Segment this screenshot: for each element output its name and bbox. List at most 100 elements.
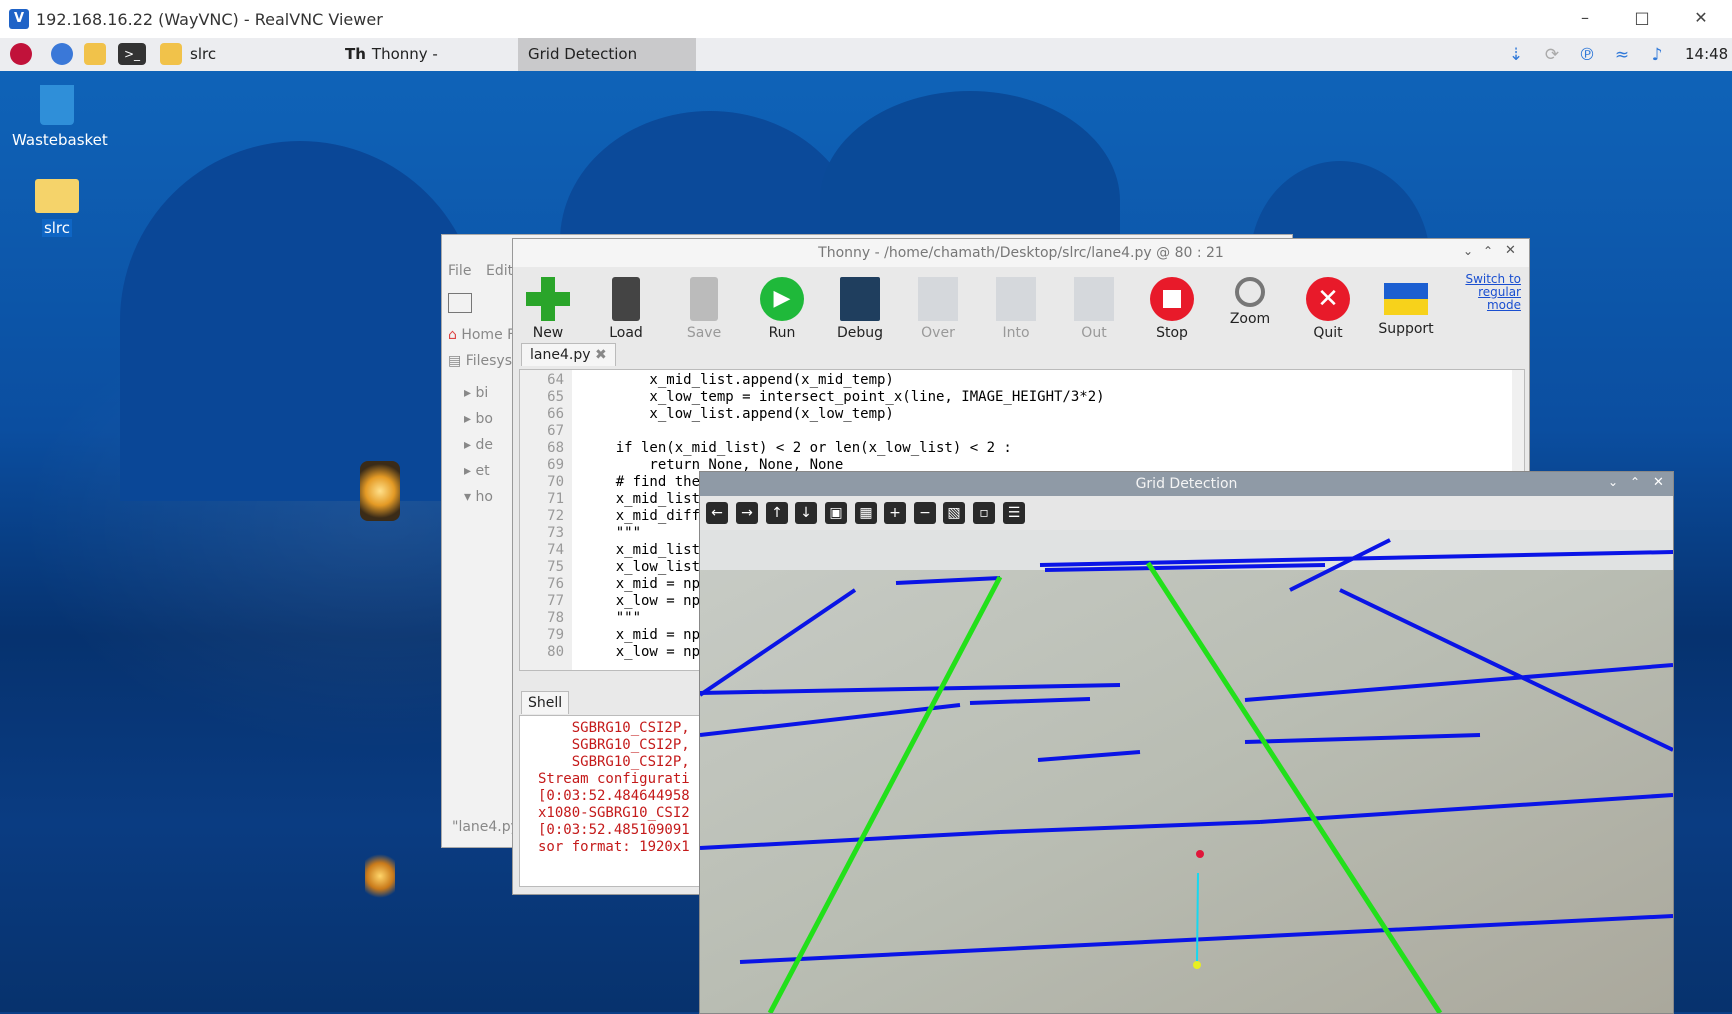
arrow-down-icon[interactable]: ↓ [795, 502, 817, 524]
line-number: 79 [547, 627, 564, 643]
button-label: Load [609, 325, 643, 341]
stop-button[interactable]: Stop [1137, 273, 1207, 341]
image-icon[interactable]: ▣ [825, 502, 847, 524]
zoom-icon [1235, 277, 1265, 307]
save-button[interactable]: Save [669, 273, 739, 341]
tree-label: ho [475, 489, 493, 505]
zoom-out-icon[interactable]: − [914, 502, 936, 524]
line-number: 80 [547, 644, 564, 660]
button-label: Stop [1156, 325, 1188, 341]
properties-icon[interactable]: ☰ [1003, 502, 1025, 524]
place-home[interactable]: ⌂ Home F [448, 327, 515, 343]
slrc-folder[interactable]: slrc [12, 179, 102, 237]
run-icon: ▶ [760, 277, 804, 321]
editor-tab-lane4[interactable]: lane4.py ✖ [521, 343, 616, 366]
tree-item[interactable]: ▸ et [464, 463, 490, 479]
tab-close-icon[interactable]: ✖ [595, 347, 607, 363]
restore-icon[interactable]: ⌃ [1483, 244, 1493, 258]
new-window-icon[interactable] [448, 293, 472, 313]
line-number: 72 [547, 508, 564, 524]
step-into-icon [996, 277, 1036, 321]
line-number: 69 [547, 457, 564, 473]
collapse-icon[interactable]: ⌄ [1608, 475, 1618, 489]
taskbar: >_ slrc ThThonny - /home/ch.. Grid Detec… [0, 38, 1732, 96]
button-label: Run [768, 325, 796, 341]
load-button[interactable]: Load [591, 273, 661, 341]
place-label: Home F [461, 327, 516, 343]
task-thonny[interactable]: ThThonny - /home/ch.. [335, 38, 527, 96]
wastebasket-icon [40, 85, 74, 125]
line-number: 68 [547, 440, 564, 456]
tree-label: et [475, 463, 490, 479]
tree-item[interactable]: ▸ bo [464, 411, 493, 427]
close-icon[interactable]: ✕ [1505, 243, 1516, 258]
save-icon[interactable]: ▧ [943, 502, 965, 524]
tree-label: bi [475, 385, 489, 401]
raspberry-menu-icon[interactable] [10, 43, 32, 65]
wastebasket[interactable]: Wastebasket [12, 85, 108, 149]
switch-mode-link[interactable]: Switch to regular mode [1461, 273, 1521, 312]
arrow-up-icon[interactable]: ↑ [766, 502, 788, 524]
tree-item[interactable]: ▸ de [464, 437, 493, 453]
restore-icon[interactable]: ⌃ [1630, 475, 1640, 489]
tree-label: de [475, 437, 493, 453]
minimize-icon[interactable]: – [1570, 8, 1600, 30]
load-icon [612, 277, 640, 321]
folder-icon[interactable] [84, 43, 106, 65]
lantern [360, 461, 400, 521]
arrow-left-icon[interactable]: ← [706, 502, 728, 524]
button-label: Quit [1313, 325, 1343, 341]
wifi-icon[interactable]: ≈ [1611, 44, 1633, 66]
folder-icon[interactable] [160, 43, 182, 65]
line-number: 77 [547, 593, 564, 609]
close-icon[interactable]: ✕ [1686, 8, 1716, 30]
code-line: # find the [582, 474, 701, 490]
step-out-button[interactable]: Out [1059, 273, 1129, 341]
code-line: x_mid_list.append(x_mid_temp) [582, 372, 894, 388]
volume-icon[interactable]: ♪ [1646, 44, 1668, 66]
shell-tab[interactable]: Shell [521, 691, 570, 714]
menu-file[interactable]: File [448, 263, 471, 279]
debug-button[interactable]: Debug [825, 273, 895, 341]
browser-icon[interactable] [51, 43, 73, 65]
support-button[interactable]: Support [1371, 273, 1441, 337]
quit-button[interactable]: ✕ Quit [1293, 273, 1363, 341]
tab-label: lane4.py [530, 347, 591, 363]
clipboard-icon[interactable]: ▫ [973, 502, 995, 524]
task-grid-detection[interactable]: Grid Detection [518, 38, 696, 71]
close-icon[interactable]: ✕ [1653, 475, 1664, 490]
run-button[interactable]: ▶ Run [747, 273, 817, 341]
realvnc-logo-icon: V [9, 9, 29, 29]
code-line: x_mid_list [582, 491, 701, 507]
download-icon[interactable]: ⇣ [1505, 44, 1527, 66]
tree-item[interactable]: ▾ ho [464, 489, 493, 505]
step-over-button[interactable]: Over [903, 273, 973, 341]
bluetooth-icon[interactable]: ℗ [1576, 44, 1598, 66]
place-filesystem[interactable]: ▤ Filesys [448, 353, 512, 369]
code-line: x_mid = np [582, 576, 701, 592]
task-label: Grid Detection [528, 45, 638, 63]
terminal-icon[interactable]: >_ [118, 43, 146, 65]
zoom-in-icon[interactable]: + [884, 502, 906, 524]
launcher-label[interactable]: slrc [190, 45, 216, 63]
shell-line: [0:03:52.484644958 [538, 788, 690, 804]
line-number: 70 [547, 474, 564, 490]
maximize-icon[interactable]: □ [1627, 8, 1657, 30]
debug-icon [840, 277, 880, 321]
drive-icon: ▤ [448, 353, 462, 369]
shell-line: SGBRG10_CSI2P, [538, 737, 690, 753]
shell-line: SGBRG10_CSI2P, [538, 720, 690, 736]
sync-icon[interactable]: ⟳ [1541, 44, 1563, 66]
shell-line: SGBRG10_CSI2P, [538, 754, 690, 770]
image-copy-icon[interactable]: ▦ [855, 502, 877, 524]
step-into-button[interactable]: Into [981, 273, 1051, 341]
zoom-button[interactable]: Zoom [1215, 273, 1285, 327]
image-toolbar: ← → ↑ ↓ ▣ ▦ + − ▧ ▫ ☰ [700, 496, 1673, 530]
camera-view[interactable] [700, 530, 1673, 1013]
collapse-icon[interactable]: ⌄ [1463, 244, 1473, 258]
new-button[interactable]: New [513, 273, 583, 341]
arrow-right-icon[interactable]: → [736, 502, 758, 524]
quit-icon: ✕ [1306, 277, 1350, 321]
menu-edit[interactable]: Edit [486, 263, 513, 279]
tree-item[interactable]: ▸ bi [464, 385, 488, 401]
